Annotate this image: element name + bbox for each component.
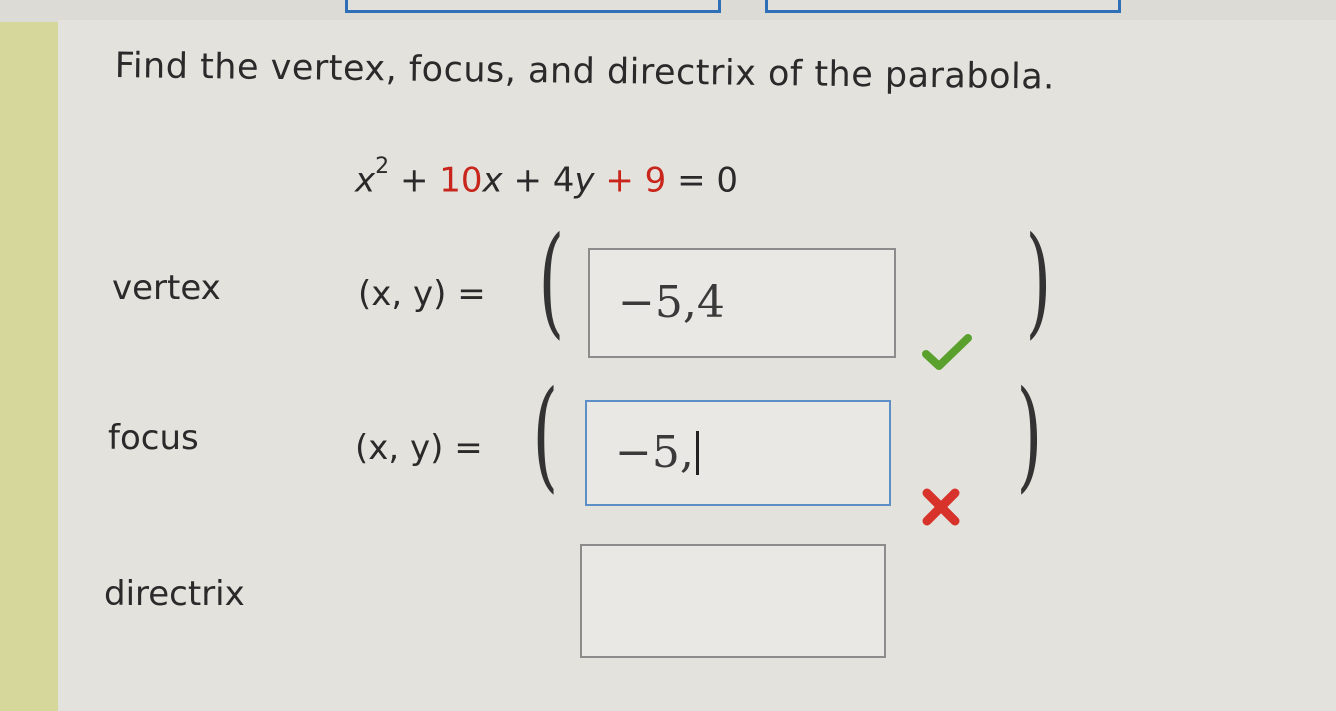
vertex-label: vertex: [112, 268, 221, 308]
top-tab-right[interactable]: [765, 0, 1121, 13]
directrix-label: directrix: [104, 574, 245, 614]
focus-answer-input[interactable]: −5,: [585, 400, 891, 506]
x-mark-icon: [920, 486, 962, 538]
text-caret: [695, 431, 699, 475]
focus-open-paren: (: [532, 366, 559, 505]
eq-coef-10: 10: [439, 160, 483, 201]
focus-label: focus: [108, 418, 199, 458]
eq-plus-3: +: [605, 160, 634, 201]
parabola-equation: x2 + 10x + 4y + 9 = 0: [355, 154, 739, 201]
check-icon: [922, 332, 972, 382]
eq-rhs: 0: [716, 160, 739, 201]
directrix-answer-input[interactable]: [580, 544, 886, 658]
eq-coef-4: 4: [552, 160, 575, 201]
vertex-close-paren: ): [1025, 212, 1052, 351]
vertex-lhs: (x, y) =: [358, 274, 486, 314]
eq-plus-1: +: [399, 160, 429, 201]
vertex-open-paren: (: [538, 212, 565, 351]
focus-lhs: (x, y) =: [355, 428, 483, 468]
top-tab-left[interactable]: [345, 0, 721, 13]
focus-answer-value: −5,: [615, 427, 694, 478]
eq-x-linear: x: [482, 160, 503, 201]
eq-equals: =: [677, 160, 706, 201]
vertex-answer-value: −5,4: [618, 277, 725, 328]
eq-y: y: [574, 160, 595, 201]
vertex-answer-input[interactable]: −5,4: [588, 248, 896, 358]
eq-exponent: 2: [375, 154, 390, 179]
side-bar: [0, 22, 58, 711]
eq-x: x: [355, 160, 376, 201]
focus-close-paren: ): [1016, 366, 1043, 505]
eq-const-9: 9: [644, 160, 667, 201]
eq-plus-2: +: [513, 160, 542, 201]
